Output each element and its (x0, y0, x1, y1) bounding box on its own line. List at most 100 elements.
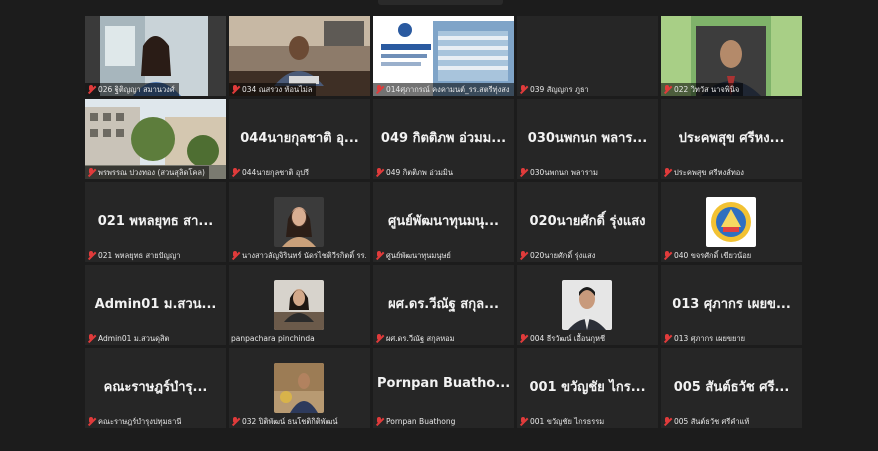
participant-display-name: 030นพกนก พลาร... (527, 131, 648, 146)
name-bar: 026 ฐิติญญา สมานวงศ์ (85, 83, 179, 96)
name-bar: พรพรรณ ปวงทอง (สวนสุลิดโคล) (85, 166, 209, 179)
participant-name: 001 ขวัญชัย ไกรธรรม (530, 416, 605, 426)
school-emblem-icon (706, 197, 756, 247)
mic-muted-icon (375, 334, 383, 343)
mic-muted-icon (663, 85, 671, 94)
participant-name: 004 ธีรวัฒน์ เอื้อนกุหชี (530, 333, 606, 343)
participant-name: 030นพกนก พลาราม (530, 167, 598, 177)
profile-photo (274, 280, 324, 330)
mic-muted-icon (375, 85, 383, 94)
participant-name: 021 พหลยุทธ สายปัญญา (98, 250, 181, 260)
mic-muted-icon (519, 417, 527, 426)
mic-muted-icon (663, 334, 671, 343)
mic-muted-icon (519, 251, 527, 260)
name-bar: ประคพสุข ศรีหงส์ทอง (661, 166, 748, 179)
participant-name: ผศ.ดร.วีณัฐ สกุลหอม (386, 333, 455, 343)
participant-name: 005 สันต์ธวัช ศรีคำแท้ (674, 416, 750, 426)
participant-name: คณะราษฎร์บำรุงปทุมธานี (98, 416, 182, 426)
participant-name: 034 ณสรวง ท้อนไม่ล (242, 84, 313, 94)
participant-tile[interactable]: 021 พหลยุทธ สา... 021 พหลยุทธ สายปัญญา (85, 182, 226, 262)
participant-gallery: 026 ฐิติญญา สมานวงศ์ 034 ณสรวง ท้อนไม่ล (85, 16, 802, 428)
top-toolbar-handle[interactable] (378, 0, 503, 5)
participant-display-name: 005 สันต์ธวัช ศรี... (673, 380, 790, 395)
participant-tile[interactable]: 004 ธีรวัฒน์ เอื้อนกุหชี (517, 265, 658, 345)
participant-name: 013 ศุภากร เผยขยาย (674, 333, 746, 343)
participant-tile[interactable]: panpachara pinchinda (229, 265, 370, 345)
participant-tile[interactable]: 044นายกุลชาติ อุ... 044นายกุลชาติ อุปรี (229, 99, 370, 179)
name-bar: 005 สันต์ธวัช ศรีคำแท้ (661, 415, 753, 428)
participant-name: 026 ฐิติญญา สมานวงศ์ (98, 84, 175, 94)
participant-name: นางสาวลัญจิรินทร์ นัดรไชติวีรกิตติ์ รร.น… (242, 250, 366, 260)
participant-name: 039 สัญญกร ภูธา (530, 84, 589, 94)
participant-name: 044นายกุลชาติ อุปรี (242, 167, 310, 177)
participant-tile[interactable]: 030นพกนก พลาร... 030นพกนก พลาราม (517, 99, 658, 179)
participant-name: 040 ขจรศักดิ์ เขียวน้อย (674, 250, 752, 260)
participant-tile[interactable]: พรพรรณ ปวงทอง (สวนสุลิดโคล) (85, 99, 226, 179)
name-bar: ศูนย์พัฒนาทุนมนุษย์ (373, 249, 455, 262)
mic-muted-icon (663, 168, 671, 177)
participant-name: ประคพสุข ศรีหงส์ทอง (674, 167, 744, 177)
mic-muted-icon (87, 251, 95, 260)
name-bar: panpachara pinchinda (229, 332, 319, 345)
participant-name: พรพรรณ ปวงทอง (สวนสุลิดโคล) (98, 167, 205, 177)
mic-muted-icon (87, 334, 95, 343)
participant-tile[interactable]: 005 สันต์ธวัช ศรี... 005 สันต์ธวัช ศรีคำ… (661, 348, 802, 428)
name-bar: 021 พหลยุทธ สายปัญญา (85, 249, 184, 262)
participant-tile[interactable]: 034 ณสรวง ท้อนไม่ล (229, 16, 370, 96)
name-bar: 039 สัญญกร ภูธา (517, 83, 593, 96)
mic-muted-icon (375, 417, 383, 426)
mic-muted-icon (375, 251, 383, 260)
participant-tile[interactable]: 020นายศักดิ์ รุ่งแสง 020นายศักดิ์ รุ่งแส… (517, 182, 658, 262)
name-bar: คณะราษฎร์บำรุงปทุมธานี (85, 415, 185, 428)
mic-muted-icon (231, 417, 239, 426)
participant-name: 032 ปิติพัฒน์ ธนโชติกิติพัฒน์ (242, 416, 338, 426)
name-bar: 022 วิทวัส นาจพินิจ (661, 83, 744, 96)
participant-tile[interactable]: Pornpan Buatho... Pornpan Buathong (373, 348, 514, 428)
participant-tile[interactable]: ประคพสุข ศรีหง... ประคพสุข ศรีหงส์ทอง (661, 99, 802, 179)
mic-muted-icon (519, 334, 527, 343)
profile-photo (274, 363, 324, 413)
participant-display-name: 013 ศุภากร เผยข... (672, 297, 791, 312)
participant-tile[interactable]: นางสาวลัญจิรินทร์ นัดรไชติวีรกิตติ์ รร.น… (229, 182, 370, 262)
participant-display-name: 001 ขวัญชัย ไกร... (529, 380, 646, 395)
name-bar: ผศ.ดร.วีณัฐ สกุลหอม (373, 332, 459, 345)
participant-tile[interactable]: คณะราษฎร์บำรุ... คณะราษฎร์บำรุงปทุมธานี (85, 348, 226, 428)
participant-name: Admin01 ม.สวนดุสิต (98, 333, 170, 343)
participant-tile[interactable]: 039 สัญญกร ภูธา (517, 16, 658, 96)
name-bar: 014ศุภากรณ์ คงคามนต์_รร.สตรีทุ่งสง (373, 83, 514, 96)
participant-tile[interactable]: 040 ขจรศักดิ์ เขียวน้อย (661, 182, 802, 262)
participant-tile[interactable]: 013 ศุภากร เผยข... 013 ศุภากร เผยขยาย (661, 265, 802, 345)
participant-name: 014ศุภากรณ์ คงคามนต์_รร.สตรีทุ่งสง (386, 84, 510, 94)
participant-tile[interactable]: Admin01 ม.สวน... Admin01 ม.สวนดุสิต (85, 265, 226, 345)
name-bar: Admin01 ม.สวนดุสิต (85, 332, 173, 345)
participant-tile[interactable]: 026 ฐิติญญา สมานวงศ์ (85, 16, 226, 96)
name-bar: Pornpan Buathong (373, 415, 459, 428)
name-bar: 001 ขวัญชัย ไกรธรรม (517, 415, 608, 428)
participant-display-name: ผศ.ดร.วีณัฐ สกุล... (388, 297, 499, 312)
participant-tile[interactable]: 001 ขวัญชัย ไกร... 001 ขวัญชัย ไกรธรรม (517, 348, 658, 428)
participant-tile[interactable]: ผศ.ดร.วีณัฐ สกุล... ผศ.ดร.วีณัฐ สกุลหอม (373, 265, 514, 345)
mic-muted-icon (87, 85, 95, 94)
participant-name: panpachara pinchinda (231, 334, 315, 343)
participant-name: 022 วิทวัส นาจพินิจ (674, 84, 740, 94)
name-bar: 030นพกนก พลาราม (517, 166, 602, 179)
mic-muted-icon (231, 85, 239, 94)
mic-muted-icon (231, 168, 239, 177)
participant-name: 049 กิตติภพ อ่วมมิน (386, 167, 453, 177)
participant-tile[interactable]: 014ศุภากรณ์ คงคามนต์_รร.สตรีทุ่งสง (373, 16, 514, 96)
mic-muted-icon (375, 168, 383, 177)
participant-tile[interactable]: 022 วิทวัส นาจพินิจ (661, 16, 802, 96)
participant-tile[interactable]: 049 กิตติภพ อ่วมม... 049 กิตติภพ อ่วมมิน (373, 99, 514, 179)
participant-tile[interactable]: ศูนย์พัฒนาทุนมนุ... ศูนย์พัฒนาทุนมนุษย์ (373, 182, 514, 262)
mic-muted-icon (231, 251, 239, 260)
name-bar: 004 ธีรวัฒน์ เอื้อนกุหชี (517, 332, 609, 345)
name-bar: 034 ณสรวง ท้อนไม่ล (229, 83, 317, 96)
participant-name: 020นายศักดิ์ รุ่งแสง (530, 250, 596, 260)
mic-muted-icon (663, 417, 671, 426)
mic-muted-icon (87, 417, 95, 426)
participant-display-name: 049 กิตติภพ อ่วมม... (380, 131, 507, 146)
participant-display-name: 044นายกุลชาติ อุ... (240, 131, 359, 146)
participant-display-name: 021 พหลยุทธ สา... (97, 214, 214, 229)
participant-tile[interactable]: 032 ปิติพัฒน์ ธนโชติกิติพัฒน์ (229, 348, 370, 428)
mic-muted-icon (87, 168, 95, 177)
